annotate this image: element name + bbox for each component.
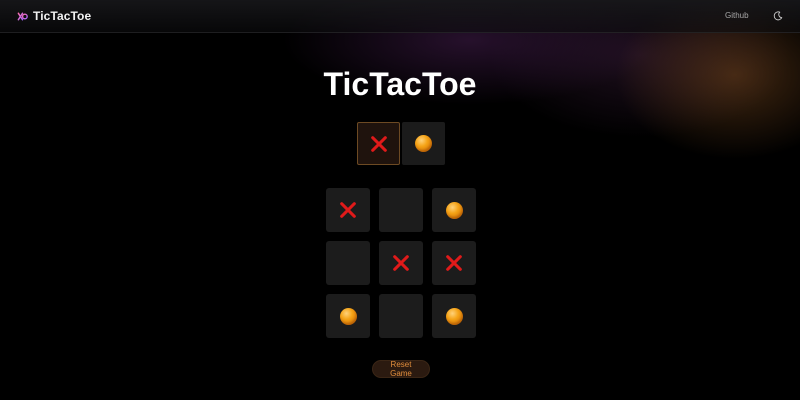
board-cell-r2-c3[interactable] <box>432 241 476 285</box>
reset-game-button[interactable]: Reset Game <box>372 360 430 378</box>
o-mark-icon <box>445 307 463 325</box>
board-cell-r1-c1[interactable] <box>326 188 370 232</box>
o-mark-icon <box>339 307 357 325</box>
xo-logo-icon <box>17 12 28 20</box>
board-cell-r3-c2[interactable] <box>379 294 423 338</box>
github-link[interactable]: Github <box>725 11 749 20</box>
board-cell-r2-c1[interactable] <box>326 241 370 285</box>
o-mark-icon <box>415 135 432 152</box>
page-title: TicTacToe <box>323 66 477 102</box>
page: TicTacToe Github TicTacToe Reset Game <box>0 0 800 400</box>
moon-icon[interactable] <box>773 11 783 21</box>
x-mark-icon <box>370 135 387 152</box>
brand[interactable]: TicTacToe <box>17 9 91 23</box>
board-cell-r3-c1[interactable] <box>326 294 370 338</box>
top-navbar: TicTacToe Github <box>0 0 800 33</box>
o-mark-icon <box>445 201 463 219</box>
board-cell-r1-c2[interactable] <box>379 188 423 232</box>
player-option-o[interactable] <box>402 122 445 165</box>
player-option-x[interactable] <box>357 122 400 165</box>
board-cell-r1-c3[interactable] <box>432 188 476 232</box>
x-mark-icon <box>393 255 409 271</box>
board-cell-r3-c3[interactable] <box>432 294 476 338</box>
board-cell-r2-c2[interactable] <box>379 241 423 285</box>
x-mark-icon <box>446 255 462 271</box>
brand-name: TicTacToe <box>33 9 92 23</box>
x-mark-icon <box>340 202 356 218</box>
